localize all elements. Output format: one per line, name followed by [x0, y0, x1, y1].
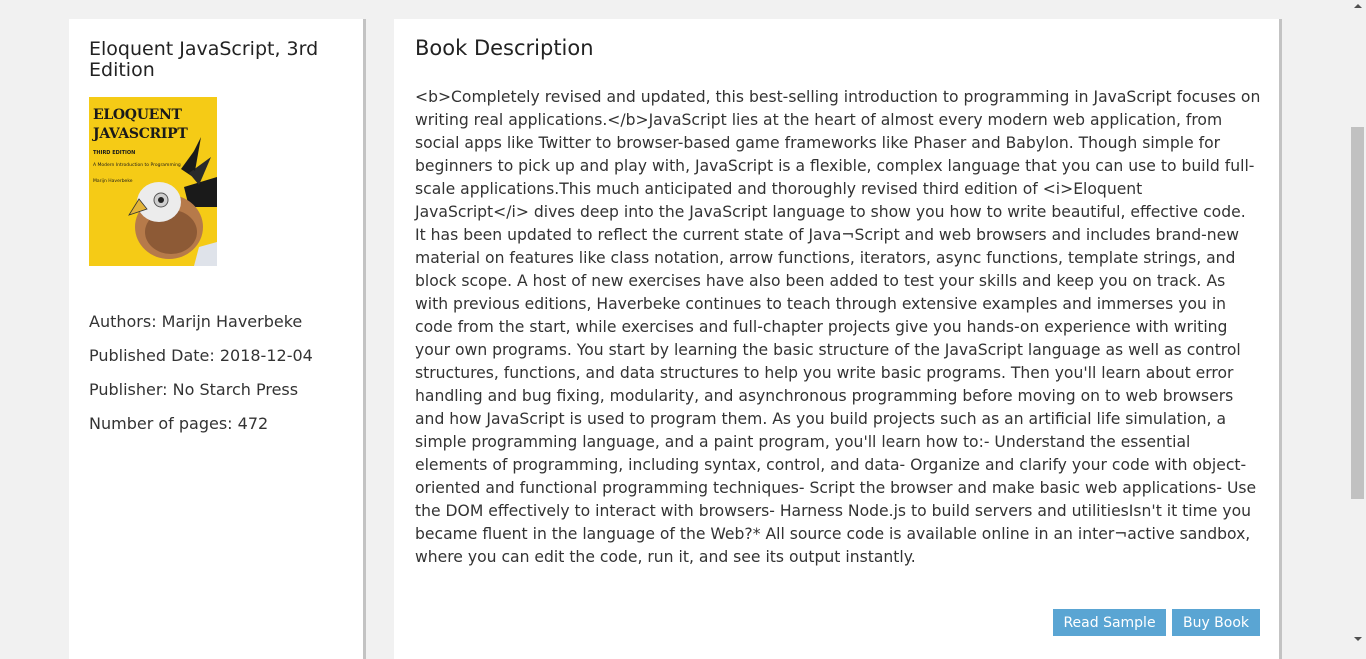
published-date-text: Published Date: 2018-12-04 — [89, 346, 313, 365]
book-metadata: Authors: Marijn Haverbeke Published Date… — [89, 311, 351, 447]
cover-edition: THIRD EDITION — [93, 150, 136, 156]
cover-author: Marijn Haverbeke — [93, 179, 133, 184]
publisher-text: Publisher: No Starch Press — [89, 380, 299, 399]
book-cover-image[interactable]: ELOQUENT JAVASCRIPT THIRD EDITION A Mode… — [89, 97, 217, 266]
cover-subtitle: A Modern Introduction to Programming — [93, 163, 181, 168]
page-scrollbar[interactable] — [1349, 0, 1366, 649]
description-text: <b>Completely revised and updated, this … — [415, 88, 1261, 566]
scroll-down-arrow-icon[interactable] — [1349, 633, 1366, 645]
buy-book-button[interactable]: Buy Book — [1172, 609, 1260, 636]
book-info-card: Eloquent JavaScript, 3rd Edition ELOQUEN… — [69, 19, 366, 659]
scroll-up-arrow-icon[interactable] — [1349, 0, 1366, 12]
scrollbar-thumb[interactable] — [1351, 127, 1364, 499]
authors-text: Authors: Marijn Haverbeke — [89, 312, 303, 331]
read-sample-button[interactable]: Read Sample — [1053, 609, 1166, 636]
page-count-text: Number of pages: 472 — [89, 414, 269, 433]
book-description-card: Book Description <b>Completely revised a… — [394, 19, 1282, 659]
cover-title: ELOQUENT JAVASCRIPT — [93, 107, 188, 142]
description-heading: Book Description — [415, 36, 594, 60]
book-title: Eloquent JavaScript, 3rd Edition — [89, 38, 319, 81]
